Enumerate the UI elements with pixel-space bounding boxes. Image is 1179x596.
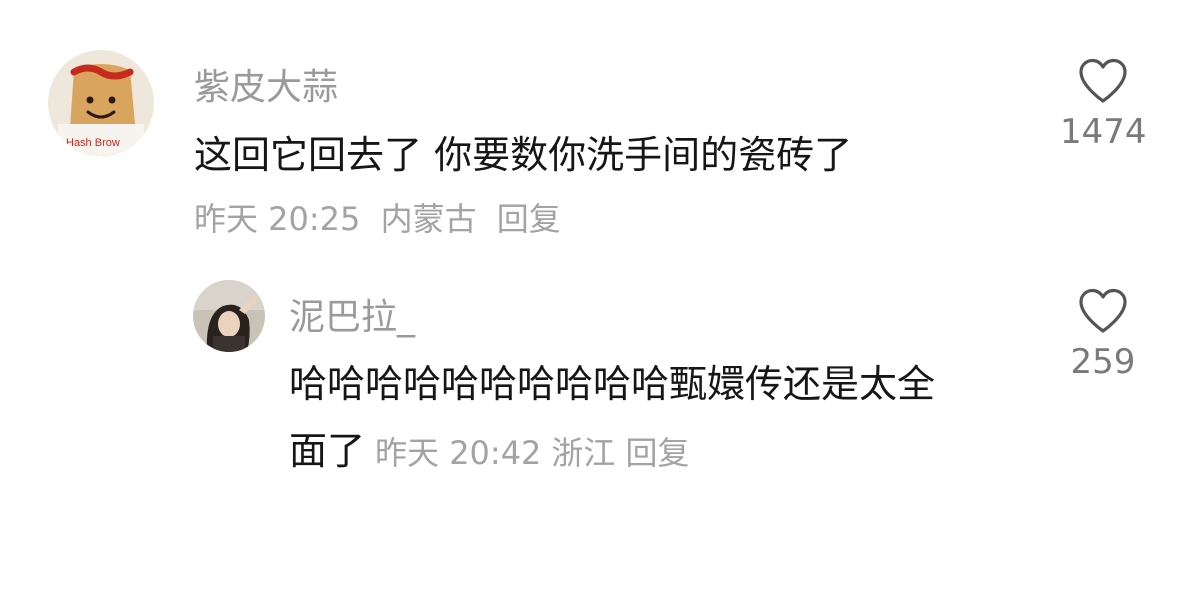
comment-text: 这回它回去了 你要数你洗手间的瓷砖了: [194, 133, 853, 177]
username[interactable]: 泥巴拉_: [289, 288, 415, 340]
comment-location: 内蒙古: [380, 200, 477, 238]
comment-text-line-2-with-meta: 面了 昨天 20:42 浙江 回复: [289, 420, 699, 475]
comment-time: 昨天 20:42: [375, 434, 542, 472]
reply-comment-item: 泥巴拉_ 哈哈哈哈哈哈哈哈哈哈甄嬛传还是太全 面了 昨天 20:42 浙江 回复 25…: [0, 270, 1179, 490]
avatar[interactable]: [193, 280, 265, 352]
comment-meta: 昨天 20:25 内蒙古 回复: [194, 194, 571, 240]
comment-meta: 昨天 20:42 浙江 回复: [375, 434, 699, 472]
heart-outline-icon[interactable]: [1078, 288, 1128, 334]
like-count: 259: [1070, 342, 1136, 382]
avatar-label: Hash Brow: [66, 137, 120, 149]
like-control[interactable]: 1474: [1060, 58, 1147, 152]
comment-text-line-2: 面了: [289, 429, 366, 473]
girl-selfie-avatar-image: [193, 280, 265, 352]
heart-outline-icon[interactable]: [1078, 58, 1128, 104]
comment-location: 浙江: [551, 434, 616, 472]
reply-button[interactable]: 回复: [497, 200, 561, 238]
like-count: 1474: [1060, 112, 1147, 152]
reply-button[interactable]: 回复: [625, 434, 689, 472]
username[interactable]: 紫皮大蒜: [194, 58, 338, 110]
like-control[interactable]: 259: [1060, 288, 1146, 382]
hash-brown-avatar-image: Hash Brow: [48, 50, 154, 156]
comment-text-line-1: 哈哈哈哈哈哈哈哈哈哈甄嬛传还是太全: [289, 362, 936, 406]
comment-time: 昨天 20:25: [194, 200, 361, 238]
comment-item: Hash Brow 紫皮大蒜 这回它回去了 你要数你洗手间的瓷砖了 昨天 20:…: [0, 0, 1179, 250]
avatar[interactable]: Hash Brow: [48, 50, 154, 156]
